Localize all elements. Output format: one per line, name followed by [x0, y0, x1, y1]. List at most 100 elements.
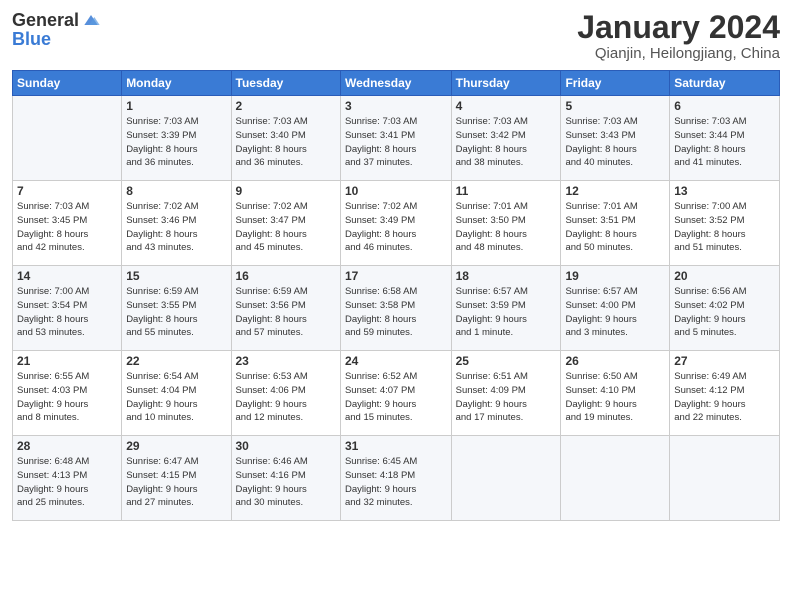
day-number: 11: [456, 184, 557, 198]
day-cell: 21 Sunrise: 6:55 AMSunset: 4:03 PMDayligh…: [13, 351, 122, 436]
day-info: Sunrise: 6:57 AMSunset: 4:00 PMDaylight:…: [565, 285, 665, 340]
day-info: Sunrise: 6:47 AMSunset: 4:15 PMDaylight:…: [126, 455, 226, 510]
day-cell: [561, 436, 670, 521]
weekday-header-thursday: Thursday: [451, 71, 561, 96]
day-info: Sunrise: 7:03 AMSunset: 3:39 PMDaylight:…: [126, 115, 226, 170]
day-info: Sunrise: 6:59 AMSunset: 3:55 PMDaylight:…: [126, 285, 226, 340]
day-number: 7: [17, 184, 117, 198]
day-number: 6: [674, 99, 775, 113]
month-title: January 2024: [577, 10, 780, 45]
day-number: 12: [565, 184, 665, 198]
day-info: Sunrise: 6:54 AMSunset: 4:04 PMDaylight:…: [126, 370, 226, 425]
day-cell: 4Sunrise: 7:03 AMSunset: 3:42 PMDaylight…: [451, 96, 561, 181]
day-cell: 19 Sunrise: 6:57 AMSunset: 4:00 PMDayligh…: [561, 266, 670, 351]
weekday-header-friday: Friday: [561, 71, 670, 96]
day-info: Sunrise: 6:48 AMSunset: 4:13 PMDaylight:…: [17, 455, 117, 510]
title-block: January 2024 Qianjin, Heilongjiang, Chin…: [577, 10, 780, 62]
day-info: Sunrise: 6:55 AMSunset: 4:03 PMDaylight:…: [17, 370, 117, 425]
day-cell: 27 Sunrise: 6:49 AMSunset: 4:12 PMDayligh…: [670, 351, 780, 436]
day-number: 13: [674, 184, 775, 198]
day-number: 22: [126, 354, 226, 368]
day-cell: 28Sunrise: 6:48 AMSunset: 4:13 PMDayligh…: [13, 436, 122, 521]
day-info: Sunrise: 7:02 AMSunset: 3:49 PMDaylight:…: [345, 200, 447, 255]
day-number: 1: [126, 99, 226, 113]
day-number: 3: [345, 99, 447, 113]
weekday-header-monday: Monday: [122, 71, 231, 96]
day-number: 17: [345, 269, 447, 283]
day-cell: 26Sunrise: 6:50 AMSunset: 4:10 PMDayligh…: [561, 351, 670, 436]
day-info: Sunrise: 6:59 AMSunset: 3:56 PMDaylight:…: [236, 285, 336, 340]
weekday-header-saturday: Saturday: [670, 71, 780, 96]
day-info: Sunrise: 7:03 AMSunset: 3:41 PMDaylight:…: [345, 115, 447, 170]
day-cell: 20 Sunrise: 6:56 AMSunset: 4:02 PMDayligh…: [670, 266, 780, 351]
week-row-2: 7 Sunrise: 7:03 AMSunset: 3:45 PMDaylight…: [13, 181, 780, 266]
day-number: 30: [236, 439, 336, 453]
day-info: Sunrise: 6:57 AMSunset: 3:59 PMDaylight:…: [456, 285, 557, 340]
day-number: 8: [126, 184, 226, 198]
week-row-1: 1 Sunrise: 7:03 AMSunset: 3:39 PMDaylight…: [13, 96, 780, 181]
logo-icon: [81, 10, 101, 30]
day-number: 15: [126, 269, 226, 283]
day-info: Sunrise: 7:03 AMSunset: 3:40 PMDaylight:…: [236, 115, 336, 170]
day-info: Sunrise: 6:53 AMSunset: 4:06 PMDaylight:…: [236, 370, 336, 425]
day-cell: 30 Sunrise: 6:46 AMSunset: 4:16 PMDayligh…: [231, 436, 340, 521]
day-info: Sunrise: 7:03 AMSunset: 3:43 PMDaylight:…: [565, 115, 665, 170]
location: Qianjin, Heilongjiang, China: [577, 45, 780, 62]
day-cell: 8 Sunrise: 7:02 AMSunset: 3:46 PMDaylight…: [122, 181, 231, 266]
day-cell: 15 Sunrise: 6:59 AMSunset: 3:55 PMDayligh…: [122, 266, 231, 351]
weekday-header-tuesday: Tuesday: [231, 71, 340, 96]
day-number: 31: [345, 439, 447, 453]
week-row-5: 28Sunrise: 6:48 AMSunset: 4:13 PMDayligh…: [13, 436, 780, 521]
weekday-header-row: SundayMondayTuesdayWednesdayThursdayFrid…: [13, 71, 780, 96]
day-number: 2: [236, 99, 336, 113]
day-info: Sunrise: 6:49 AMSunset: 4:12 PMDaylight:…: [674, 370, 775, 425]
day-number: 18: [456, 269, 557, 283]
day-cell: 22 Sunrise: 6:54 AMSunset: 4:04 PMDayligh…: [122, 351, 231, 436]
day-info: Sunrise: 7:02 AMSunset: 3:46 PMDaylight:…: [126, 200, 226, 255]
day-cell: 10 Sunrise: 7:02 AMSunset: 3:49 PMDayligh…: [340, 181, 451, 266]
day-number: 27: [674, 354, 775, 368]
day-number: 5: [565, 99, 665, 113]
day-number: 19: [565, 269, 665, 283]
day-info: Sunrise: 7:03 AMSunset: 3:44 PMDaylight:…: [674, 115, 775, 170]
day-cell: 16Sunrise: 6:59 AMSunset: 3:56 PMDayligh…: [231, 266, 340, 351]
day-info: Sunrise: 6:56 AMSunset: 4:02 PMDaylight:…: [674, 285, 775, 340]
day-cell: 24Sunrise: 6:52 AMSunset: 4:07 PMDayligh…: [340, 351, 451, 436]
calendar-table: SundayMondayTuesdayWednesdayThursdayFrid…: [12, 70, 780, 521]
day-info: Sunrise: 7:00 AMSunset: 3:54 PMDaylight:…: [17, 285, 117, 340]
day-info: Sunrise: 6:45 AMSunset: 4:18 PMDaylight:…: [345, 455, 447, 510]
day-cell: 7 Sunrise: 7:03 AMSunset: 3:45 PMDaylight…: [13, 181, 122, 266]
day-number: 20: [674, 269, 775, 283]
day-number: 21: [17, 354, 117, 368]
day-cell: 31 Sunrise: 6:45 AMSunset: 4:18 PMDayligh…: [340, 436, 451, 521]
day-info: Sunrise: 7:02 AMSunset: 3:47 PMDaylight:…: [236, 200, 336, 255]
day-info: Sunrise: 6:50 AMSunset: 4:10 PMDaylight:…: [565, 370, 665, 425]
day-cell: 3 Sunrise: 7:03 AMSunset: 3:41 PMDaylight…: [340, 96, 451, 181]
calendar-container: General Blue January 2024 Qianjin, Heilo…: [0, 0, 792, 531]
day-cell: 2 Sunrise: 7:03 AMSunset: 3:40 PMDaylight…: [231, 96, 340, 181]
day-info: Sunrise: 7:00 AMSunset: 3:52 PMDaylight:…: [674, 200, 775, 255]
day-cell: 11Sunrise: 7:01 AMSunset: 3:50 PMDayligh…: [451, 181, 561, 266]
day-cell: 13 Sunrise: 7:00 AMSunset: 3:52 PMDayligh…: [670, 181, 780, 266]
week-row-3: 14 Sunrise: 7:00 AMSunset: 3:54 PMDayligh…: [13, 266, 780, 351]
day-info: Sunrise: 7:03 AMSunset: 3:45 PMDaylight:…: [17, 200, 117, 255]
day-cell: [451, 436, 561, 521]
weekday-header-wednesday: Wednesday: [340, 71, 451, 96]
day-cell: 6 Sunrise: 7:03 AMSunset: 3:44 PMDaylight…: [670, 96, 780, 181]
day-cell: 1 Sunrise: 7:03 AMSunset: 3:39 PMDaylight…: [122, 96, 231, 181]
logo-blue: Blue: [12, 29, 51, 49]
day-number: 10: [345, 184, 447, 198]
weekday-header-sunday: Sunday: [13, 71, 122, 96]
day-info: Sunrise: 7:01 AMSunset: 3:51 PMDaylight:…: [565, 200, 665, 255]
day-cell: 29 Sunrise: 6:47 AMSunset: 4:15 PMDayligh…: [122, 436, 231, 521]
day-number: 9: [236, 184, 336, 198]
day-cell: 9 Sunrise: 7:02 AMSunset: 3:47 PMDaylight…: [231, 181, 340, 266]
day-info: Sunrise: 6:46 AMSunset: 4:16 PMDaylight:…: [236, 455, 336, 510]
day-cell: 17Sunrise: 6:58 AMSunset: 3:58 PMDayligh…: [340, 266, 451, 351]
day-number: 14: [17, 269, 117, 283]
day-cell: [13, 96, 122, 181]
day-number: 29: [126, 439, 226, 453]
header: General Blue January 2024 Qianjin, Heilo…: [12, 10, 780, 62]
logo: General Blue: [12, 10, 101, 50]
day-cell: 12 Sunrise: 7:01 AMSunset: 3:51 PMDayligh…: [561, 181, 670, 266]
